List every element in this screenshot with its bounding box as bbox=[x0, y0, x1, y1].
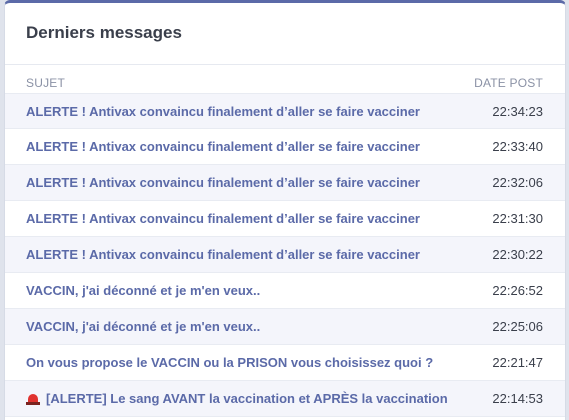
message-subject-text: [ALERTE] Le sang AVANT la vaccination et… bbox=[46, 391, 448, 406]
message-time: 22:30:22 bbox=[492, 247, 543, 262]
message-time: 22:32:06 bbox=[492, 175, 543, 190]
message-time: 22:26:52 bbox=[492, 283, 543, 298]
message-list: ALERTE ! Antivax convaincu finalement d’… bbox=[5, 93, 565, 417]
message-subject-link[interactable]: VACCIN, j'ai déconné et je m'en veux.. bbox=[26, 319, 260, 334]
message-time: 22:33:40 bbox=[492, 139, 543, 154]
column-headers: SUJET DATE POST bbox=[5, 65, 565, 93]
message-row[interactable]: ALERTE ! Antivax convaincu finalement d’… bbox=[5, 93, 565, 129]
message-row[interactable]: VACCIN, j'ai déconné et je m'en veux.. 2… bbox=[5, 273, 565, 309]
message-subject-link[interactable]: ALERTE ! Antivax convaincu finalement d’… bbox=[26, 104, 420, 119]
message-subject-link[interactable]: VACCIN, j'ai déconné et je m'en veux.. bbox=[26, 283, 260, 298]
latest-messages-card: Derniers messages SUJET DATE POST ALERTE… bbox=[4, 0, 566, 420]
column-header-date: DATE POST bbox=[474, 76, 543, 90]
message-subject-link[interactable]: ALERTE ! Antivax convaincu finalement d’… bbox=[26, 175, 420, 190]
message-time: 22:21:47 bbox=[492, 355, 543, 370]
message-time: 22:25:06 bbox=[492, 319, 543, 334]
message-subject-link[interactable]: ALERTE ! Antivax convaincu finalement d’… bbox=[26, 211, 420, 226]
message-row[interactable]: VACCIN, j'ai déconné et je m'en veux.. 2… bbox=[5, 309, 565, 345]
card-title: Derniers messages bbox=[26, 23, 182, 42]
message-row[interactable]: ALERTE ! Antivax convaincu finalement d’… bbox=[5, 201, 565, 237]
message-time: 22:31:30 bbox=[492, 211, 543, 226]
message-time: 22:14:53 bbox=[492, 391, 543, 406]
message-subject-link[interactable]: On vous propose le VACCIN ou la PRISON v… bbox=[26, 355, 433, 370]
column-header-subject: SUJET bbox=[26, 76, 66, 90]
message-row[interactable]: ALERTE ! Antivax convaincu finalement d’… bbox=[5, 165, 565, 201]
message-subject-link[interactable]: [ALERTE] Le sang AVANT la vaccination et… bbox=[26, 391, 448, 406]
message-row[interactable]: ALERTE ! Antivax convaincu finalement d’… bbox=[5, 237, 565, 273]
message-subject-link[interactable]: ALERTE ! Antivax convaincu finalement d’… bbox=[26, 247, 420, 262]
siren-icon bbox=[26, 393, 40, 405]
message-time: 22:34:23 bbox=[492, 103, 543, 119]
message-row[interactable]: ALERTE ! Antivax convaincu finalement d’… bbox=[5, 129, 565, 165]
message-row[interactable]: [ALERTE] Le sang AVANT la vaccination et… bbox=[5, 381, 565, 417]
card-header: Derniers messages bbox=[5, 3, 565, 65]
message-row[interactable]: On vous propose le VACCIN ou la PRISON v… bbox=[5, 345, 565, 381]
message-subject-link[interactable]: ALERTE ! Antivax convaincu finalement d’… bbox=[26, 139, 420, 154]
